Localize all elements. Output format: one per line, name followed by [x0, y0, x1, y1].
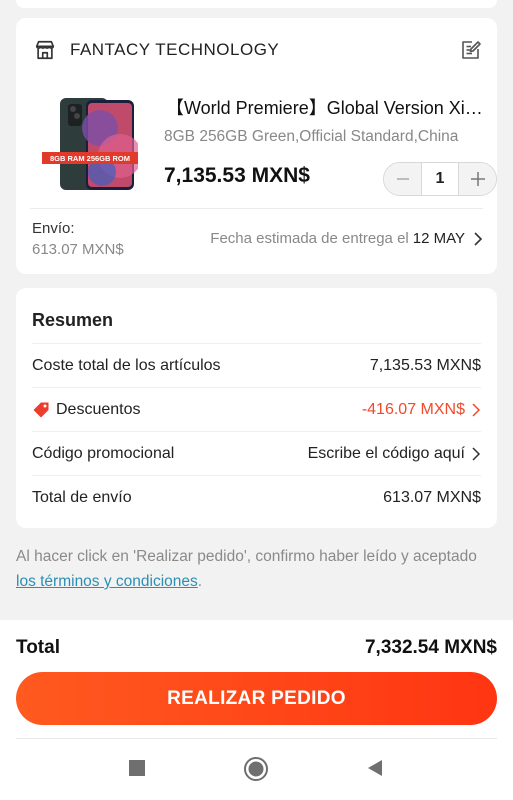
terms-end: . [197, 573, 203, 590]
back-button[interactable] [365, 758, 385, 778]
total-label: Total [16, 637, 60, 658]
store-icon [35, 40, 55, 60]
minus-icon [396, 178, 409, 180]
checkout-bar: Total 7,332.54 MXN$ REALIZAR PEDIDO [0, 620, 513, 800]
product-title[interactable]: 【World Premiere】Global Version Xiaomi Re… [166, 94, 488, 120]
row-value: 7,135.53 MXN$ [369, 357, 481, 374]
back-icon [368, 760, 382, 776]
terms-notice: Al hacer click en 'Realizar pedido', con… [16, 544, 496, 594]
delivery-text: Fecha estimada de entrega el [210, 230, 409, 247]
summary-row-shipping-total: Total de envío 613.07 MXN$ [32, 476, 481, 520]
summary-row-items-total: Coste total de los artículos 7,135.53 MX… [32, 344, 481, 388]
plus-icon [470, 172, 485, 186]
previous-card-edge [16, 0, 497, 8]
row-label: Descuentos [56, 401, 141, 418]
quantity-stepper: 1 [383, 162, 497, 196]
summary-card: Resumen Coste total de los artículos 7,1… [16, 288, 497, 528]
chevron-right-icon [472, 403, 481, 417]
edit-note-icon[interactable] [459, 38, 483, 62]
store-name: FANTACY TECHNOLOGY [70, 40, 280, 59]
shipping-cost: 613.07 MXN$ [32, 241, 124, 258]
delivery-date: 12 MAY [412, 230, 465, 247]
row-label: Código promocional [32, 445, 175, 462]
product-variant[interactable]: 8GB 256GB Green,Official Standard,China [164, 128, 494, 146]
discount-value: -416.07 MXN$ [361, 401, 465, 418]
store-header[interactable]: FANTACY TECHNOLOGY [34, 38, 483, 62]
tag-icon [33, 402, 49, 418]
chevron-right-icon [472, 447, 481, 461]
place-order-button[interactable]: REALIZAR PEDIDO [16, 672, 497, 725]
quantity-value[interactable]: 1 [421, 163, 459, 195]
row-label: Coste total de los artículos [32, 357, 221, 374]
terms-text: Al hacer click en 'Realizar pedido', con… [16, 548, 477, 565]
product-image-badge: 8GB RAM 256GB ROM [50, 154, 130, 163]
row-value: 613.07 MXN$ [383, 489, 481, 506]
delivery-estimate[interactable]: Fecha estimada de entrega el 12 MAY [210, 230, 483, 247]
shipping-label: Envío: [32, 220, 75, 237]
divider [30, 208, 483, 209]
summary-row-promo-code[interactable]: Código promocional Escribe el código aqu… [32, 432, 481, 476]
store-card: FANTACY TECHNOLOGY 8GB RAM 256GB ROM 【Wo… [16, 18, 497, 274]
total-value: 7,332.54 MXN$ [364, 637, 497, 658]
divider [16, 738, 497, 739]
product-image[interactable]: 8GB RAM 256GB ROM [42, 94, 138, 194]
terms-link[interactable]: los términos y condiciones [16, 573, 198, 590]
product-price: 7,135.53 MXN$ [164, 164, 310, 187]
summary-row-discounts[interactable]: Descuentos -416.07 MXN$ [32, 388, 481, 432]
home-button[interactable] [243, 756, 269, 782]
chevron-right-icon [474, 231, 483, 246]
home-icon [244, 757, 268, 781]
quantity-decrement-button[interactable] [384, 163, 421, 195]
quantity-increment-button[interactable] [459, 163, 496, 195]
promo-code-input[interactable]: Escribe el código aquí [308, 445, 465, 463]
recent-apps-icon [129, 760, 145, 776]
recent-apps-button[interactable] [127, 758, 147, 778]
row-label: Total de envío [32, 489, 132, 506]
summary-title: Resumen [32, 310, 114, 330]
